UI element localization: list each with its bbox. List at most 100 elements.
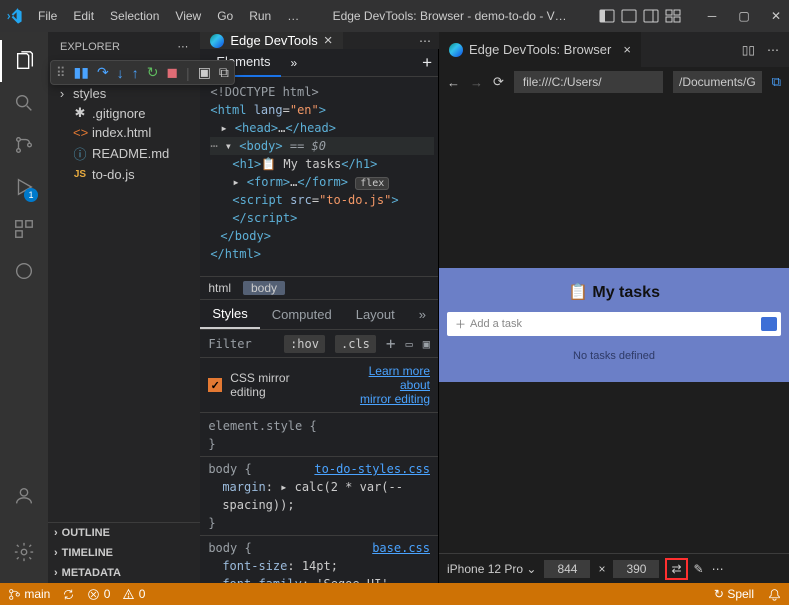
tree-file-readme[interactable]: ⓘREADME.md bbox=[48, 142, 200, 165]
breadcrumbs[interactable]: html body bbox=[200, 276, 438, 299]
device-selector[interactable]: iPhone 12 Pro ⌄ bbox=[447, 562, 536, 576]
explorer-panel: EXPLORER ⋯ ›.vscode ›styles ✱.gitignore … bbox=[48, 32, 200, 583]
maximize-icon[interactable]: ▢ bbox=[737, 9, 751, 23]
wand-icon[interactable]: ✎ bbox=[694, 562, 704, 576]
hov-button[interactable]: :hov bbox=[284, 335, 325, 353]
panel-bottom-icon[interactable] bbox=[621, 8, 637, 24]
filter-input[interactable]: Filter bbox=[208, 337, 251, 351]
stylesheet-link-2[interactable]: base.css bbox=[372, 539, 430, 557]
section-outline[interactable]: ›OUTLINE bbox=[48, 523, 200, 543]
more-styles-tabs-icon[interactable]: » bbox=[407, 301, 438, 328]
debug-toolbar[interactable]: ⠿ ▮▮ ↷ ↓ ↑ ↻ ◼ | ▣ ⧉ bbox=[50, 60, 235, 85]
activity-search[interactable] bbox=[0, 82, 48, 124]
device-icon[interactable]: ▭ bbox=[406, 337, 413, 351]
activity-extensions[interactable] bbox=[0, 208, 48, 250]
menu-file[interactable]: File bbox=[31, 5, 64, 27]
menu-edit[interactable]: Edit bbox=[66, 5, 101, 27]
stylesheet-link-1[interactable]: to-do-styles.css bbox=[314, 460, 430, 478]
section-metadata[interactable]: ›METADATA bbox=[48, 563, 200, 583]
tab-bar-left: Edge DevTools× ⋯ bbox=[200, 32, 439, 49]
more-browser-icon[interactable]: ⋯ bbox=[767, 43, 779, 57]
split-editor-icon[interactable]: ▯▯ bbox=[742, 43, 755, 57]
tab-more-icon[interactable]: ⋯ bbox=[419, 34, 431, 48]
new-rule-icon[interactable]: + bbox=[386, 334, 396, 353]
mirror-checkbox[interactable]: ✓ bbox=[208, 378, 222, 392]
activity-source-control[interactable] bbox=[0, 124, 48, 166]
open-external-icon[interactable]: ⧉ bbox=[772, 74, 781, 90]
sync-indicator[interactable] bbox=[62, 587, 75, 601]
mirror-row: ✓ CSS mirror editing Learn more aboutmir… bbox=[200, 357, 438, 412]
activity-edge[interactable] bbox=[0, 250, 48, 292]
tool1-icon[interactable]: ▣ bbox=[198, 64, 211, 81]
learn-more-link[interactable]: Learn more aboutmirror editing bbox=[360, 364, 430, 406]
bell-icon[interactable] bbox=[768, 587, 781, 601]
step-out-icon[interactable]: ↑ bbox=[132, 65, 139, 81]
tab-devtools[interactable]: Edge DevTools× bbox=[200, 32, 343, 49]
breadcrumb-html[interactable]: html bbox=[208, 281, 231, 295]
file-tree: ›.vscode ›styles ✱.gitignore <>index.htm… bbox=[48, 61, 200, 522]
close-browser-tab-icon[interactable]: × bbox=[623, 42, 631, 57]
width-input[interactable]: 844 bbox=[544, 560, 590, 578]
explorer-more-icon[interactable]: ⋯ bbox=[177, 40, 188, 53]
branch-indicator[interactable]: main bbox=[8, 587, 50, 601]
cls-button[interactable]: .cls bbox=[335, 335, 376, 353]
section-timeline[interactable]: ›TIMELINE bbox=[48, 543, 200, 563]
step-over-icon[interactable]: ↷ bbox=[97, 64, 109, 81]
close-tab-icon[interactable]: × bbox=[324, 32, 333, 49]
more-filter-icon[interactable]: ▣ bbox=[423, 337, 430, 351]
layout-tab[interactable]: Layout bbox=[344, 301, 407, 328]
menu-more[interactable]: … bbox=[280, 5, 306, 27]
breadcrumb-body[interactable]: body bbox=[243, 281, 285, 295]
menu-go[interactable]: Go bbox=[210, 5, 240, 27]
styles-pane[interactable]: element.style { } body {to-do-styles.css… bbox=[200, 412, 438, 583]
height-input[interactable]: 390 bbox=[613, 560, 659, 578]
layout-grid-icon[interactable] bbox=[665, 8, 681, 24]
styles-tab[interactable]: Styles bbox=[200, 300, 259, 329]
nav-reload-icon[interactable]: ⟳ bbox=[493, 74, 504, 90]
panel-left-icon[interactable] bbox=[599, 8, 615, 24]
more-tabs-icon[interactable]: » bbox=[291, 56, 298, 70]
submit-button[interactable] bbox=[761, 317, 777, 331]
tree-file-gitignore[interactable]: ✱.gitignore bbox=[48, 103, 200, 123]
menu-run[interactable]: Run bbox=[242, 5, 278, 27]
no-tasks-label: No tasks defined bbox=[447, 350, 781, 362]
stop-icon[interactable]: ◼ bbox=[166, 64, 178, 81]
menu-view[interactable]: View bbox=[168, 5, 208, 27]
activity-settings[interactable] bbox=[0, 531, 48, 573]
nav-forward-icon[interactable]: → bbox=[470, 75, 483, 90]
menu-selection[interactable]: Selection bbox=[103, 5, 166, 27]
url-input[interactable]: file:///C:/Users/ bbox=[514, 71, 663, 93]
vscode-icon bbox=[6, 8, 23, 25]
grip-icon[interactable]: ⠿ bbox=[56, 65, 66, 81]
activity-account[interactable] bbox=[0, 475, 48, 517]
rotate-button[interactable]: ⇄ bbox=[667, 560, 685, 578]
computed-tab[interactable]: Computed bbox=[260, 301, 344, 328]
browser-preview[interactable]: 📋 My tasks ＋ Add a task No tasks defined bbox=[439, 97, 789, 553]
title-bar: File Edit Selection View Go Run … Edge D… bbox=[0, 0, 789, 32]
tool2-icon[interactable]: ⧉ bbox=[219, 64, 229, 81]
pause-icon[interactable]: ▮▮ bbox=[74, 64, 89, 81]
step-into-icon[interactable]: ↓ bbox=[117, 65, 124, 81]
task-input[interactable]: ＋ Add a task bbox=[447, 312, 781, 336]
tree-file-todo[interactable]: JSto-do.js bbox=[48, 165, 200, 184]
nav-back-icon[interactable]: ← bbox=[447, 75, 460, 90]
activity-explorer[interactable] bbox=[0, 40, 48, 82]
tree-folder-styles[interactable]: ›styles bbox=[48, 84, 200, 103]
status-bar: main 0 0 ↻ Spell bbox=[0, 583, 789, 605]
errors-indicator[interactable]: 0 bbox=[87, 587, 110, 601]
activity-bar: 1 bbox=[0, 32, 48, 583]
add-tab-icon[interactable]: + bbox=[422, 53, 432, 73]
tree-file-index[interactable]: <>index.html bbox=[48, 123, 200, 142]
panel-right-icon[interactable] bbox=[643, 8, 659, 24]
close-icon[interactable]: ✕ bbox=[769, 9, 783, 23]
spell-indicator[interactable]: ↻ Spell bbox=[714, 587, 754, 601]
devtools-toolbar: Elements » + bbox=[200, 49, 438, 77]
restart-icon[interactable]: ↻ bbox=[147, 64, 159, 81]
activity-run-debug[interactable]: 1 bbox=[0, 166, 48, 208]
more-device-icon[interactable]: ⋯ bbox=[712, 562, 724, 576]
tab-browser[interactable]: Edge DevTools: Browser× bbox=[439, 32, 641, 67]
warnings-indicator[interactable]: 0 bbox=[122, 587, 145, 601]
minimize-icon[interactable]: ─ bbox=[705, 9, 719, 23]
edge-icon bbox=[210, 34, 224, 48]
dom-tree[interactable]: <!DOCTYPE html> <html lang="en"> ▸ <head… bbox=[200, 77, 438, 276]
